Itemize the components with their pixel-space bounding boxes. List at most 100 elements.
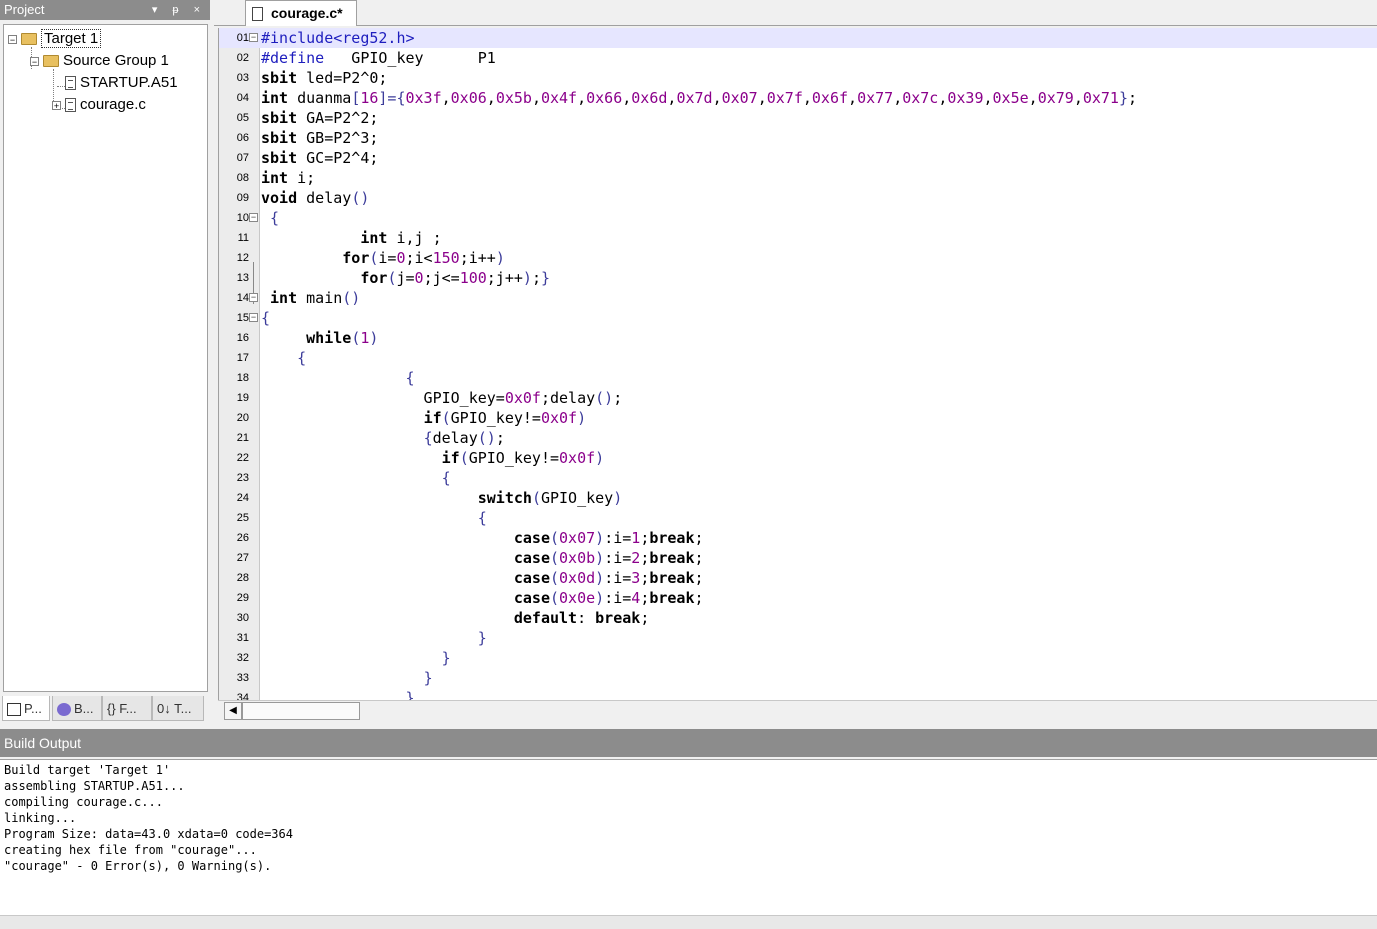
code-line[interactable]: 13 for(j=0;j<=100;j++);} xyxy=(219,268,1377,288)
code-line[interactable]: 27 case(0x0b):i=2;break; xyxy=(219,548,1377,568)
code-line[interactable]: 16 while(1) xyxy=(219,328,1377,348)
expand-icon[interactable]: + xyxy=(52,100,61,110)
line-number: 15 xyxy=(236,312,249,324)
code-line[interactable]: 06 sbit GB=P2^3; xyxy=(219,128,1377,148)
editor-horizontal-scrollbar[interactable]: ◀ xyxy=(218,700,1377,721)
fold-toggle-icon[interactable]: − xyxy=(249,313,258,322)
build-output-line: compiling courage.c... xyxy=(4,795,163,809)
line-number: 26 xyxy=(236,532,249,544)
line-number: 04 xyxy=(236,92,249,104)
code-line[interactable]: 14− int main() xyxy=(219,288,1377,308)
line-number: 05 xyxy=(236,112,249,124)
code-text: case(0x0e):i=4;break; xyxy=(513,589,704,607)
tab-templates[interactable]: 0↓ T... xyxy=(152,696,204,721)
code-line[interactable]: 25 { xyxy=(219,508,1377,528)
build-output-scrollbar[interactable] xyxy=(0,915,1377,929)
code-line[interactable]: 29 case(0x0e):i=4;break; xyxy=(219,588,1377,608)
scrollbar-thumb[interactable] xyxy=(242,702,360,720)
build-output-line: "courage" - 0 Error(s), 0 Warning(s). xyxy=(4,859,272,873)
project-icon xyxy=(7,703,21,717)
code-line[interactable]: 07 sbit GC=P2^4; xyxy=(219,148,1377,168)
code-line[interactable]: 28 case(0x0d):i=3;break; xyxy=(219,568,1377,588)
code-text: while(1) xyxy=(306,329,379,347)
code-line[interactable]: 02 #define GPIO_key P1 xyxy=(219,48,1377,68)
build-output-text[interactable]: Build target 'Target 1' assembling STARTU… xyxy=(0,759,1377,915)
code-text: int i; xyxy=(261,169,316,187)
collapse-icon[interactable]: − xyxy=(8,34,17,44)
code-text: int main() xyxy=(270,289,361,307)
code-editor[interactable]: 01− #include<reg52.h> 02 #define GPIO_key P… xyxy=(218,28,1377,700)
code-text: { xyxy=(297,349,307,367)
build-output-panel: Build Output Build target 'Target 1' asse… xyxy=(0,729,1377,929)
build-output-line: creating hex file from "courage"... xyxy=(4,843,257,857)
project-tree[interactable]: − Target 1− Source Group 1 STARTUP.A51 + cour… xyxy=(3,24,208,692)
scroll-left-arrow-icon[interactable]: ◀ xyxy=(224,702,242,720)
code-line[interactable]: 11 int i,j ; xyxy=(219,228,1377,248)
tree-item[interactable]: − Target 1 xyxy=(8,29,102,49)
fold-toggle-icon[interactable]: − xyxy=(249,33,258,42)
line-number: 25 xyxy=(236,512,249,524)
tab-project[interactable]: P... xyxy=(2,696,50,721)
tree-item[interactable]: − Source Group 1 xyxy=(30,51,169,71)
fold-toggle-icon[interactable]: − xyxy=(249,293,258,302)
panel-controls[interactable]: ▾ ᵽ × xyxy=(152,0,206,20)
code-line[interactable]: 32 } xyxy=(219,648,1377,668)
code-text: } xyxy=(405,689,415,700)
code-line[interactable]: 12 for(i=0;i<150;i++) xyxy=(219,248,1377,268)
code-text: if(GPIO_key!=0x0f) xyxy=(441,449,605,467)
tree-item[interactable]: + courage.c xyxy=(52,95,146,115)
line-number: 28 xyxy=(236,572,249,584)
code-text: #include<reg52.h> xyxy=(261,29,415,47)
line-number: 24 xyxy=(236,492,249,504)
tree-item[interactable]: STARTUP.A51 xyxy=(52,73,178,93)
code-text: sbit GA=P2^2; xyxy=(261,109,379,127)
code-line[interactable]: 08 int i; xyxy=(219,168,1377,188)
code-line[interactable]: 30 default: break; xyxy=(219,608,1377,628)
build-output-line: Program Size: data=43.0 xdata=0 code=364 xyxy=(4,827,293,841)
code-line[interactable]: 26 case(0x07):i=1;break; xyxy=(219,528,1377,548)
tab-books[interactable]: B... xyxy=(52,696,102,721)
line-number: 19 xyxy=(236,392,249,404)
code-line[interactable]: 03 sbit led=P2^0; xyxy=(219,68,1377,88)
code-text: sbit GB=P2^3; xyxy=(261,129,379,147)
code-line[interactable]: 04 int duanma[16]={0x3f,0x06,0x5b,0x4f,0x… xyxy=(219,88,1377,108)
code-line[interactable]: 34 } xyxy=(219,688,1377,700)
line-number: 10 xyxy=(236,212,249,224)
file-icon xyxy=(65,98,76,113)
code-line[interactable]: 01− #include<reg52.h> xyxy=(219,28,1377,48)
code-line[interactable]: 19 GPIO_key=0x0f;delay(); xyxy=(219,388,1377,408)
code-line[interactable]: 33 } xyxy=(219,668,1377,688)
code-text: switch(GPIO_key) xyxy=(477,489,623,507)
line-number: 32 xyxy=(236,652,249,664)
folder-icon xyxy=(43,55,59,68)
build-output-title: Build Output xyxy=(4,735,82,751)
code-line[interactable]: 21 {delay(); xyxy=(219,428,1377,448)
line-number: 01 xyxy=(236,32,249,44)
editor-tab-courage-c[interactable]: courage.c* xyxy=(245,0,357,26)
collapse-icon[interactable]: − xyxy=(30,56,39,66)
code-line[interactable]: 17 { xyxy=(219,348,1377,368)
code-line[interactable]: 20 if(GPIO_key!=0x0f) xyxy=(219,408,1377,428)
code-text: { xyxy=(405,369,415,387)
code-line[interactable]: 10− { xyxy=(219,208,1377,228)
code-text: { xyxy=(261,309,271,327)
line-number: 14 xyxy=(236,292,249,304)
code-text: int i,j ; xyxy=(360,229,442,247)
code-line[interactable]: 09 void delay() xyxy=(219,188,1377,208)
code-line[interactable]: 15−{ xyxy=(219,308,1377,328)
fold-toggle-icon[interactable]: − xyxy=(249,213,258,222)
tab-functions[interactable]: {} F... xyxy=(102,696,152,721)
code-text: {delay(); xyxy=(423,429,505,447)
code-line[interactable]: 22 if(GPIO_key!=0x0f) xyxy=(219,448,1377,468)
line-number: 02 xyxy=(236,52,249,64)
line-number: 23 xyxy=(236,472,249,484)
code-line[interactable]: 31 } xyxy=(219,628,1377,648)
code-line[interactable]: 23 { xyxy=(219,468,1377,488)
code-line[interactable]: 05 sbit GA=P2^2; xyxy=(219,108,1377,128)
line-number: 08 xyxy=(236,172,249,184)
editor-area: courage.c* 01− #include<reg52.h> 02 #define… xyxy=(214,0,1377,723)
code-line[interactable]: 18 { xyxy=(219,368,1377,388)
code-line[interactable]: 24 switch(GPIO_key) xyxy=(219,488,1377,508)
line-number: 13 xyxy=(236,272,249,284)
code-text: for(j=0;j<=100;j++);} xyxy=(360,269,550,287)
